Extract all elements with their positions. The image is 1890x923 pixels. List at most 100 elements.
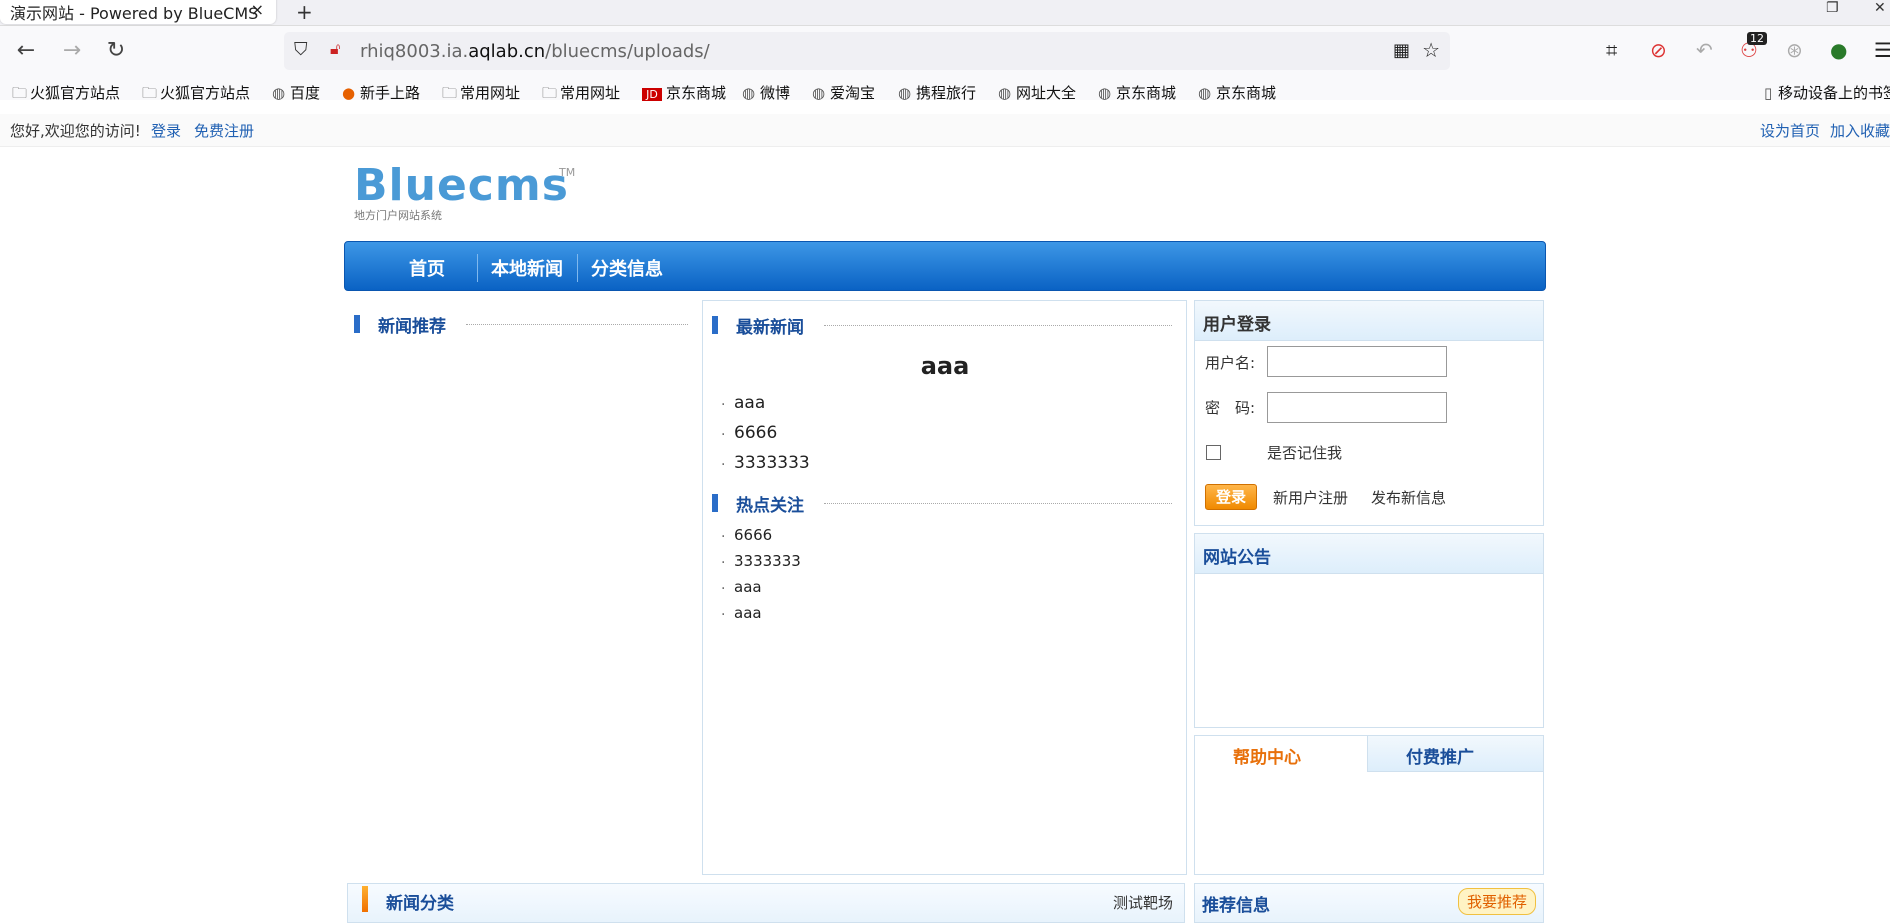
bookmark-item[interactable]: 🗀︎ 常用网址 xyxy=(442,82,520,108)
news-category-bar xyxy=(347,883,1185,923)
bullet: · xyxy=(721,529,726,545)
hot-item[interactable]: 6666 xyxy=(734,526,772,544)
tab-help-center[interactable]: 帮助中心 xyxy=(1233,743,1301,768)
username-input[interactable] xyxy=(1267,346,1447,377)
folder-icon: 🗀︎ xyxy=(442,84,458,102)
username-label: 用户名: xyxy=(1205,354,1256,372)
latest-news-item[interactable]: 6666 xyxy=(734,423,777,443)
window-close-icon[interactable]: ✕ xyxy=(1874,0,1886,16)
hot-item[interactable]: aaa xyxy=(734,578,762,596)
folder-icon: 🗀︎ xyxy=(542,84,558,102)
back-icon[interactable]: ← xyxy=(14,38,38,63)
notice-title: 网站公告 xyxy=(1203,548,1271,568)
section-marker xyxy=(362,886,368,912)
bookmark-item[interactable]: 🗀︎ 火狐官方站点 xyxy=(142,82,250,108)
shield-icon[interactable]: ⛉ xyxy=(294,39,308,60)
bookmark-item[interactable]: ◍ 爱淘宝 xyxy=(812,82,875,103)
add-favorite-link[interactable]: 加入收藏 xyxy=(1830,120,1890,141)
hot-topics-title: 热点关注 xyxy=(736,496,804,516)
bullet: · xyxy=(721,427,726,443)
nav-separator xyxy=(477,254,478,282)
bookmark-item[interactable]: 🗀︎ 常用网址 xyxy=(542,82,620,108)
folder-icon: 🗀︎ xyxy=(142,84,158,102)
center-panel xyxy=(702,300,1187,875)
restore-icon[interactable]: ❐ xyxy=(1826,0,1839,16)
nav-home[interactable]: 首页 xyxy=(409,255,445,281)
register-link[interactable]: 免费注册 xyxy=(194,120,254,141)
latest-news-item[interactable]: aaa xyxy=(734,393,765,413)
section-marker xyxy=(712,316,718,334)
bookmark-item[interactable]: ◍ 微博 xyxy=(742,82,790,103)
section-marker xyxy=(354,315,360,333)
bullet: · xyxy=(721,397,726,413)
bullet: · xyxy=(721,555,726,571)
qr-code-icon[interactable]: ▦ xyxy=(1393,40,1410,61)
tab-paid-promotion[interactable]: 付费推广 xyxy=(1406,743,1474,768)
shield-extension-icon[interactable]: ● xyxy=(1830,38,1847,62)
bullet: · xyxy=(721,607,726,623)
hot-item[interactable]: 3333333 xyxy=(734,552,801,570)
url-text[interactable]: rhiq8003.ia.aqlab.cn/bluecms/uploads/ xyxy=(360,41,710,62)
block-icon[interactable]: ⊘ xyxy=(1650,38,1667,62)
tab-strip: 演示网站 - Powered by BlueCMS × + ❐ ✕ xyxy=(0,0,1890,26)
recommend-button[interactable]: 我要推荐 xyxy=(1458,888,1537,915)
headline-link[interactable]: aaa xyxy=(700,352,1190,380)
undo-icon[interactable]: ↶ xyxy=(1696,38,1713,62)
section-marker xyxy=(712,494,718,512)
mobile-bookmarks[interactable]: ▯ 移动设备上的书签 xyxy=(1764,82,1890,103)
publish-link[interactable]: 发布新信息 xyxy=(1371,487,1446,508)
address-bar[interactable]: ⛉ 🔓︎ rhiq8003.ia.aqlab.cn/bluecms/upload… xyxy=(284,32,1450,70)
latest-news-item[interactable]: 3333333 xyxy=(734,453,810,473)
reload-icon[interactable]: ↻ xyxy=(104,38,128,63)
bookmark-item[interactable]: ◍ 携程旅行 xyxy=(898,82,976,103)
login-title: 用户登录 xyxy=(1203,315,1271,335)
hot-item[interactable]: aaa xyxy=(734,604,762,622)
bullet: · xyxy=(721,457,726,473)
new-tab-button[interactable]: + xyxy=(296,0,313,24)
browser-tab[interactable]: 演示网站 - Powered by BlueCMS × xyxy=(0,0,276,24)
bookmark-item[interactable]: 🗀︎ 火狐官方站点 xyxy=(12,82,120,108)
new-register-link[interactable]: 新用户注册 xyxy=(1273,487,1348,508)
login-link[interactable]: 登录 xyxy=(151,120,181,141)
divider xyxy=(824,325,1172,326)
bookmarks-bar: 🗀︎ 火狐官方站点 🗀︎ 火狐官方站点 ◍ 百度 ● 新手上路 🗀︎ 常用网址 🗀︎ 常用网… xyxy=(0,78,1890,108)
divider xyxy=(824,503,1172,504)
bookmark-item[interactable]: ◍ 百度 xyxy=(272,82,320,103)
password-label: 密 码: xyxy=(1205,399,1256,417)
settings-extension-icon[interactable]: ⊛ xyxy=(1786,38,1803,62)
login-header: 用户登录 xyxy=(1195,301,1543,341)
bookmark-item[interactable]: ◍ 京东商城 xyxy=(1198,82,1276,103)
notice-header: 网站公告 xyxy=(1195,534,1543,574)
nav-classified[interactable]: 分类信息 xyxy=(591,255,663,281)
forward-icon[interactable]: → xyxy=(60,38,84,63)
nav-local-news[interactable]: 本地新闻 xyxy=(491,255,563,281)
globe-icon: ◍ xyxy=(1098,84,1112,102)
close-icon[interactable]: × xyxy=(251,0,264,19)
login-button[interactable]: 登录 xyxy=(1205,484,1257,510)
bookmark-item[interactable]: ◍ 网址大全 xyxy=(998,82,1076,103)
divider xyxy=(466,324,688,325)
extension-badge: 12 xyxy=(1747,32,1767,45)
remember-checkbox[interactable] xyxy=(1206,445,1221,460)
site-logo[interactable]: Bluecms TM 地方门户网站系统 xyxy=(354,160,575,223)
insecure-lock-icon[interactable]: 🔓︎ xyxy=(330,39,340,59)
remember-label: 是否记住我 xyxy=(1267,444,1343,462)
bookmark-item[interactable]: ● 新手上路 xyxy=(342,82,420,103)
set-home-link[interactable]: 设为首页 xyxy=(1760,120,1820,141)
main-navigation: 首页 本地新闻 分类信息 xyxy=(344,241,1546,291)
recommend-title: 推荐信息 xyxy=(1202,896,1270,916)
test-range-link[interactable]: 测试靶场 xyxy=(1113,892,1173,913)
logo-tm: TM xyxy=(559,166,576,179)
bookmark-item[interactable]: ◍ 京东商城 xyxy=(1098,82,1176,103)
latest-news-title: 最新新闻 xyxy=(736,318,804,338)
mobile-icon: ▯ xyxy=(1764,84,1773,102)
password-input[interactable] xyxy=(1267,392,1447,423)
welcome-text: 您好,欢迎您的访问! xyxy=(10,122,141,140)
bookmark-item[interactable]: JD 京东商城 xyxy=(642,82,726,103)
menu-icon[interactable]: ☰ xyxy=(1874,38,1890,62)
bookmark-star-icon[interactable]: ☆ xyxy=(1422,38,1440,62)
site-top-bar: 您好,欢迎您的访问! 登录 免费注册 设为首页 加入收藏 xyxy=(0,114,1890,147)
news-category-title: 新闻分类 xyxy=(386,894,454,914)
jd-icon: JD xyxy=(642,88,662,101)
screenshot-crop-icon[interactable]: ⌗ xyxy=(1606,38,1617,62)
